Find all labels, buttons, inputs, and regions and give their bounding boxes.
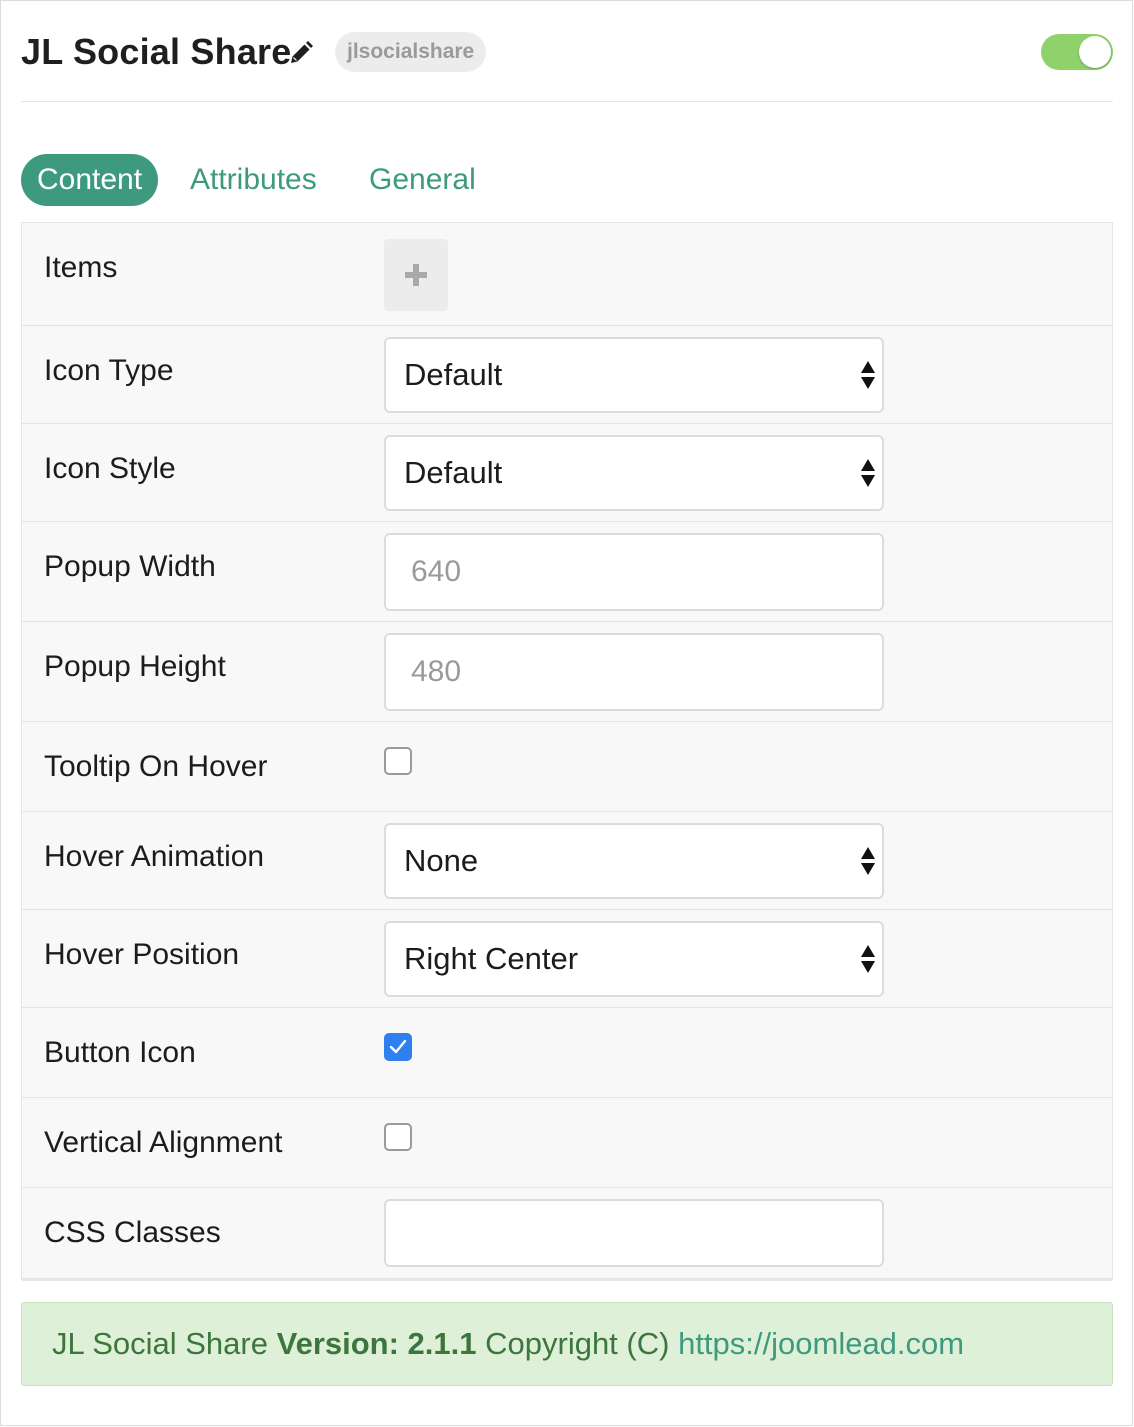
button-icon-checkbox[interactable]: [384, 1033, 412, 1061]
row-tooltip-on-hover: Tooltip On Hover: [22, 722, 1112, 812]
select-arrows-icon: [861, 945, 875, 973]
icon-style-select[interactable]: Default: [384, 435, 884, 511]
popup-height-input[interactable]: 480: [384, 633, 884, 711]
popup-width-placeholder: 640: [411, 555, 462, 588]
popup-width-input[interactable]: 640: [384, 533, 884, 611]
row-popup-width: Popup Width 640: [22, 522, 1112, 622]
tab-content[interactable]: Content: [21, 154, 159, 206]
panel-header: JL Social Share jlsocialshare: [21, 1, 1113, 102]
select-arrows-icon: [861, 361, 875, 389]
footer-version: Version: 2.1.1: [276, 1326, 477, 1361]
icon-type-select[interactable]: Default: [384, 337, 884, 413]
vertical-alignment-label: Vertical Alignment: [44, 1126, 283, 1159]
hover-animation-label: Hover Animation: [44, 840, 265, 873]
hover-position-value: Right Center: [404, 941, 579, 976]
row-css-classes: CSS Classes: [22, 1188, 1112, 1281]
enabled-toggle[interactable]: [1041, 34, 1113, 70]
checkmark-icon: [389, 1039, 407, 1054]
hover-position-label: Hover Position: [44, 938, 240, 971]
tooltip-on-hover-label: Tooltip On Hover: [44, 750, 268, 783]
row-hover-position: Hover Position Right Center: [22, 910, 1112, 1008]
hover-position-select[interactable]: Right Center: [384, 921, 884, 997]
pencil-icon[interactable]: [289, 41, 313, 65]
tab-attributes[interactable]: Attributes: [190, 154, 317, 206]
popup-width-label: Popup Width: [44, 550, 216, 583]
row-icon-type: Icon Type Default: [22, 326, 1112, 424]
popup-height-placeholder: 480: [411, 655, 462, 688]
button-icon-label: Button Icon: [44, 1036, 196, 1069]
items-label: Items: [44, 251, 118, 284]
icon-type-label: Icon Type: [44, 354, 174, 387]
hover-animation-select[interactable]: None: [384, 823, 884, 899]
version-footer: JL Social Share Version: 2.1.1 Copyright…: [21, 1302, 1113, 1386]
tooltip-on-hover-checkbox[interactable]: [384, 747, 412, 775]
css-classes-label: CSS Classes: [44, 1216, 221, 1249]
row-items: Items: [22, 223, 1112, 326]
vertical-alignment-checkbox[interactable]: [384, 1123, 412, 1151]
row-popup-height: Popup Height 480: [22, 622, 1112, 722]
icon-type-value: Default: [404, 357, 503, 392]
footer-link[interactable]: https://joomlead.com: [678, 1326, 964, 1361]
add-item-button[interactable]: [384, 239, 448, 311]
row-hover-animation: Hover Animation None: [22, 812, 1112, 910]
css-classes-input[interactable]: [384, 1199, 884, 1267]
select-arrows-icon: [861, 847, 875, 875]
toggle-knob: [1079, 36, 1111, 68]
icon-style-label: Icon Style: [44, 452, 176, 485]
plus-icon: [405, 264, 427, 286]
tab-general[interactable]: General: [369, 154, 476, 206]
row-vertical-alignment: Vertical Alignment: [22, 1098, 1112, 1188]
footer-product: JL Social Share: [52, 1326, 268, 1361]
row-icon-style: Icon Style Default: [22, 424, 1112, 522]
module-settings-panel: JL Social Share jlsocialshare Content At…: [0, 0, 1133, 1426]
content-form: Items Icon Type Default Icon Style Defau…: [21, 222, 1113, 1281]
icon-style-value: Default: [404, 455, 503, 490]
popup-height-label: Popup Height: [44, 650, 226, 683]
alias-badge: jlsocialshare: [335, 32, 487, 72]
select-arrows-icon: [861, 459, 875, 487]
row-button-icon: Button Icon: [22, 1008, 1112, 1098]
hover-animation-value: None: [404, 843, 479, 878]
footer-copyright: Copyright (C): [485, 1326, 670, 1361]
module-title: JL Social Share: [21, 31, 292, 72]
